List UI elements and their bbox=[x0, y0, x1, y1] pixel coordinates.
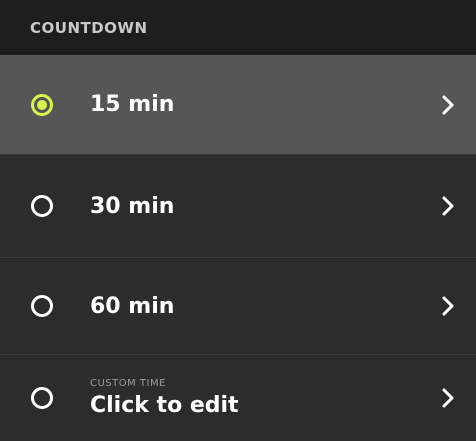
section-title: COUNTDOWN bbox=[30, 18, 148, 37]
custom-time-sublabel: CUSTOM TIME bbox=[90, 378, 166, 389]
option-label: 60 min bbox=[90, 293, 175, 319]
countdown-panel: COUNTDOWN 15 min 30 min 60 min CUSTOM TI… bbox=[0, 0, 476, 441]
chevron-right-icon bbox=[442, 296, 454, 316]
chevron-right-icon bbox=[442, 95, 454, 114]
section-header: COUNTDOWN bbox=[0, 0, 476, 55]
custom-time-labels: CUSTOM TIME Click to edit bbox=[90, 378, 239, 418]
chevron-right-icon bbox=[442, 196, 454, 216]
radio-selected-icon[interactable] bbox=[31, 93, 53, 116]
chevron-right-icon bbox=[442, 388, 454, 408]
radio-icon[interactable] bbox=[31, 195, 53, 217]
option-row-60-min[interactable]: 60 min bbox=[0, 258, 476, 355]
radio-icon[interactable] bbox=[31, 387, 53, 409]
radio-icon[interactable] bbox=[31, 295, 53, 317]
option-row-custom-time[interactable]: CUSTOM TIME Click to edit bbox=[0, 355, 476, 441]
option-row-15-min[interactable]: 15 min bbox=[0, 55, 476, 155]
custom-time-edit-link[interactable]: Click to edit bbox=[90, 393, 239, 418]
option-row-30-min[interactable]: 30 min bbox=[0, 155, 476, 258]
option-label: 30 min bbox=[90, 193, 175, 219]
option-label: 15 min bbox=[90, 92, 175, 117]
